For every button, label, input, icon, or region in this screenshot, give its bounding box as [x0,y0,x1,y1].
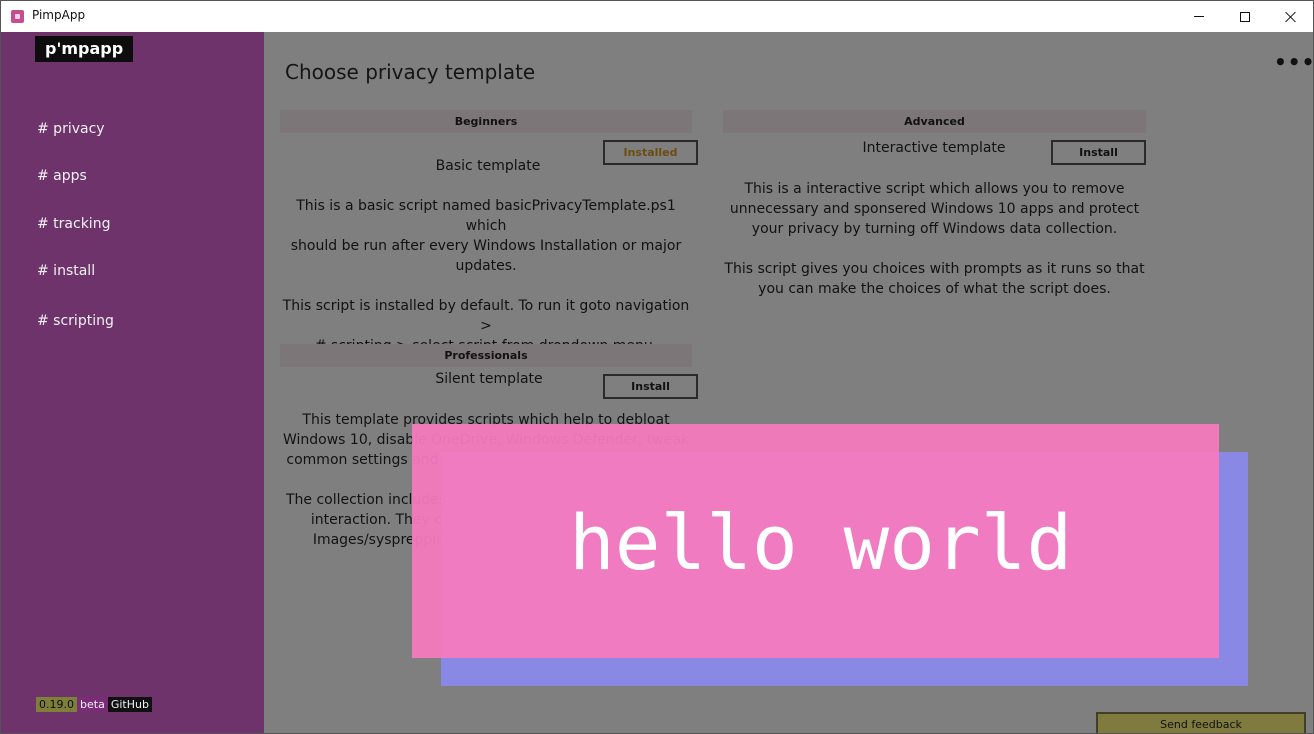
sidebar-item-scripting[interactable]: # scripting [37,313,114,329]
desc-line: unnecessary and sponsered Windows 10 app… [729,201,1140,217]
desc-spacer [280,276,692,296]
template-name-basic: Basic template [435,158,541,174]
app-icon [11,10,24,23]
window-title: PimpApp [32,8,86,22]
app-window: PimpApp p'mpapp # privacy # apps # track… [0,0,1314,734]
version-bar: 0.19.0 beta GitHub [36,697,152,712]
maximize-button[interactable] [1222,1,1268,32]
brand-logo[interactable]: p'mpapp [35,36,134,62]
more-options-icon[interactable]: ••• [1274,50,1313,74]
desc-spacer [723,239,1146,259]
installed-button-basic[interactable]: Installed [603,140,698,165]
overlay-text: hello world [569,498,1073,587]
desc-line: This is a basic script named basicPrivac… [296,198,676,234]
beta-badge: beta [77,697,108,712]
minimize-icon [1194,16,1204,17]
desc-line: should be run after every Windows Instal… [290,238,682,254]
sidebar-item-tracking[interactable]: # tracking [37,216,110,232]
close-button[interactable] [1268,1,1313,32]
sidebar-item-apps[interactable]: # apps [37,168,87,184]
send-feedback-button[interactable]: Send feedback [1096,712,1306,733]
title-bar: PimpApp [1,1,1313,32]
maximize-icon [1240,11,1250,22]
desc-line: you can make the choices of what the scr… [758,281,1111,297]
desc-line: This script is installed by default. To … [282,298,690,334]
template-name-interactive: Interactive template [862,140,1006,156]
sidebar-item-install[interactable]: # install [37,263,95,279]
close-icon [1285,11,1297,23]
desc-line: updates. [455,258,517,274]
sidebar: p'mpapp # privacy # apps # tracking # in… [1,32,264,733]
desc-line: This is a interactive script which allow… [744,181,1125,197]
install-button-interactive[interactable]: Install [1051,140,1146,165]
install-button-silent[interactable]: Install [603,374,698,399]
description-basic: This is a basic script named basicPrivac… [280,196,692,356]
desc-line: your privacy by turning off Windows data… [751,221,1118,237]
section-header-professionals: Professionals [280,344,692,367]
version-badge: 0.19.0 [36,697,77,712]
github-link[interactable]: GitHub [107,697,152,712]
section-header-advanced: Advanced [723,110,1146,133]
minimize-button[interactable] [1176,1,1222,32]
desc-line: This script gives you choices with promp… [724,261,1145,277]
description-interactive: This is a interactive script which allow… [723,179,1146,299]
page-title: Choose privacy template [285,60,536,84]
section-header-beginners: Beginners [280,110,692,133]
template-name-silent: Silent template [435,371,543,387]
sidebar-item-privacy[interactable]: # privacy [37,121,105,137]
